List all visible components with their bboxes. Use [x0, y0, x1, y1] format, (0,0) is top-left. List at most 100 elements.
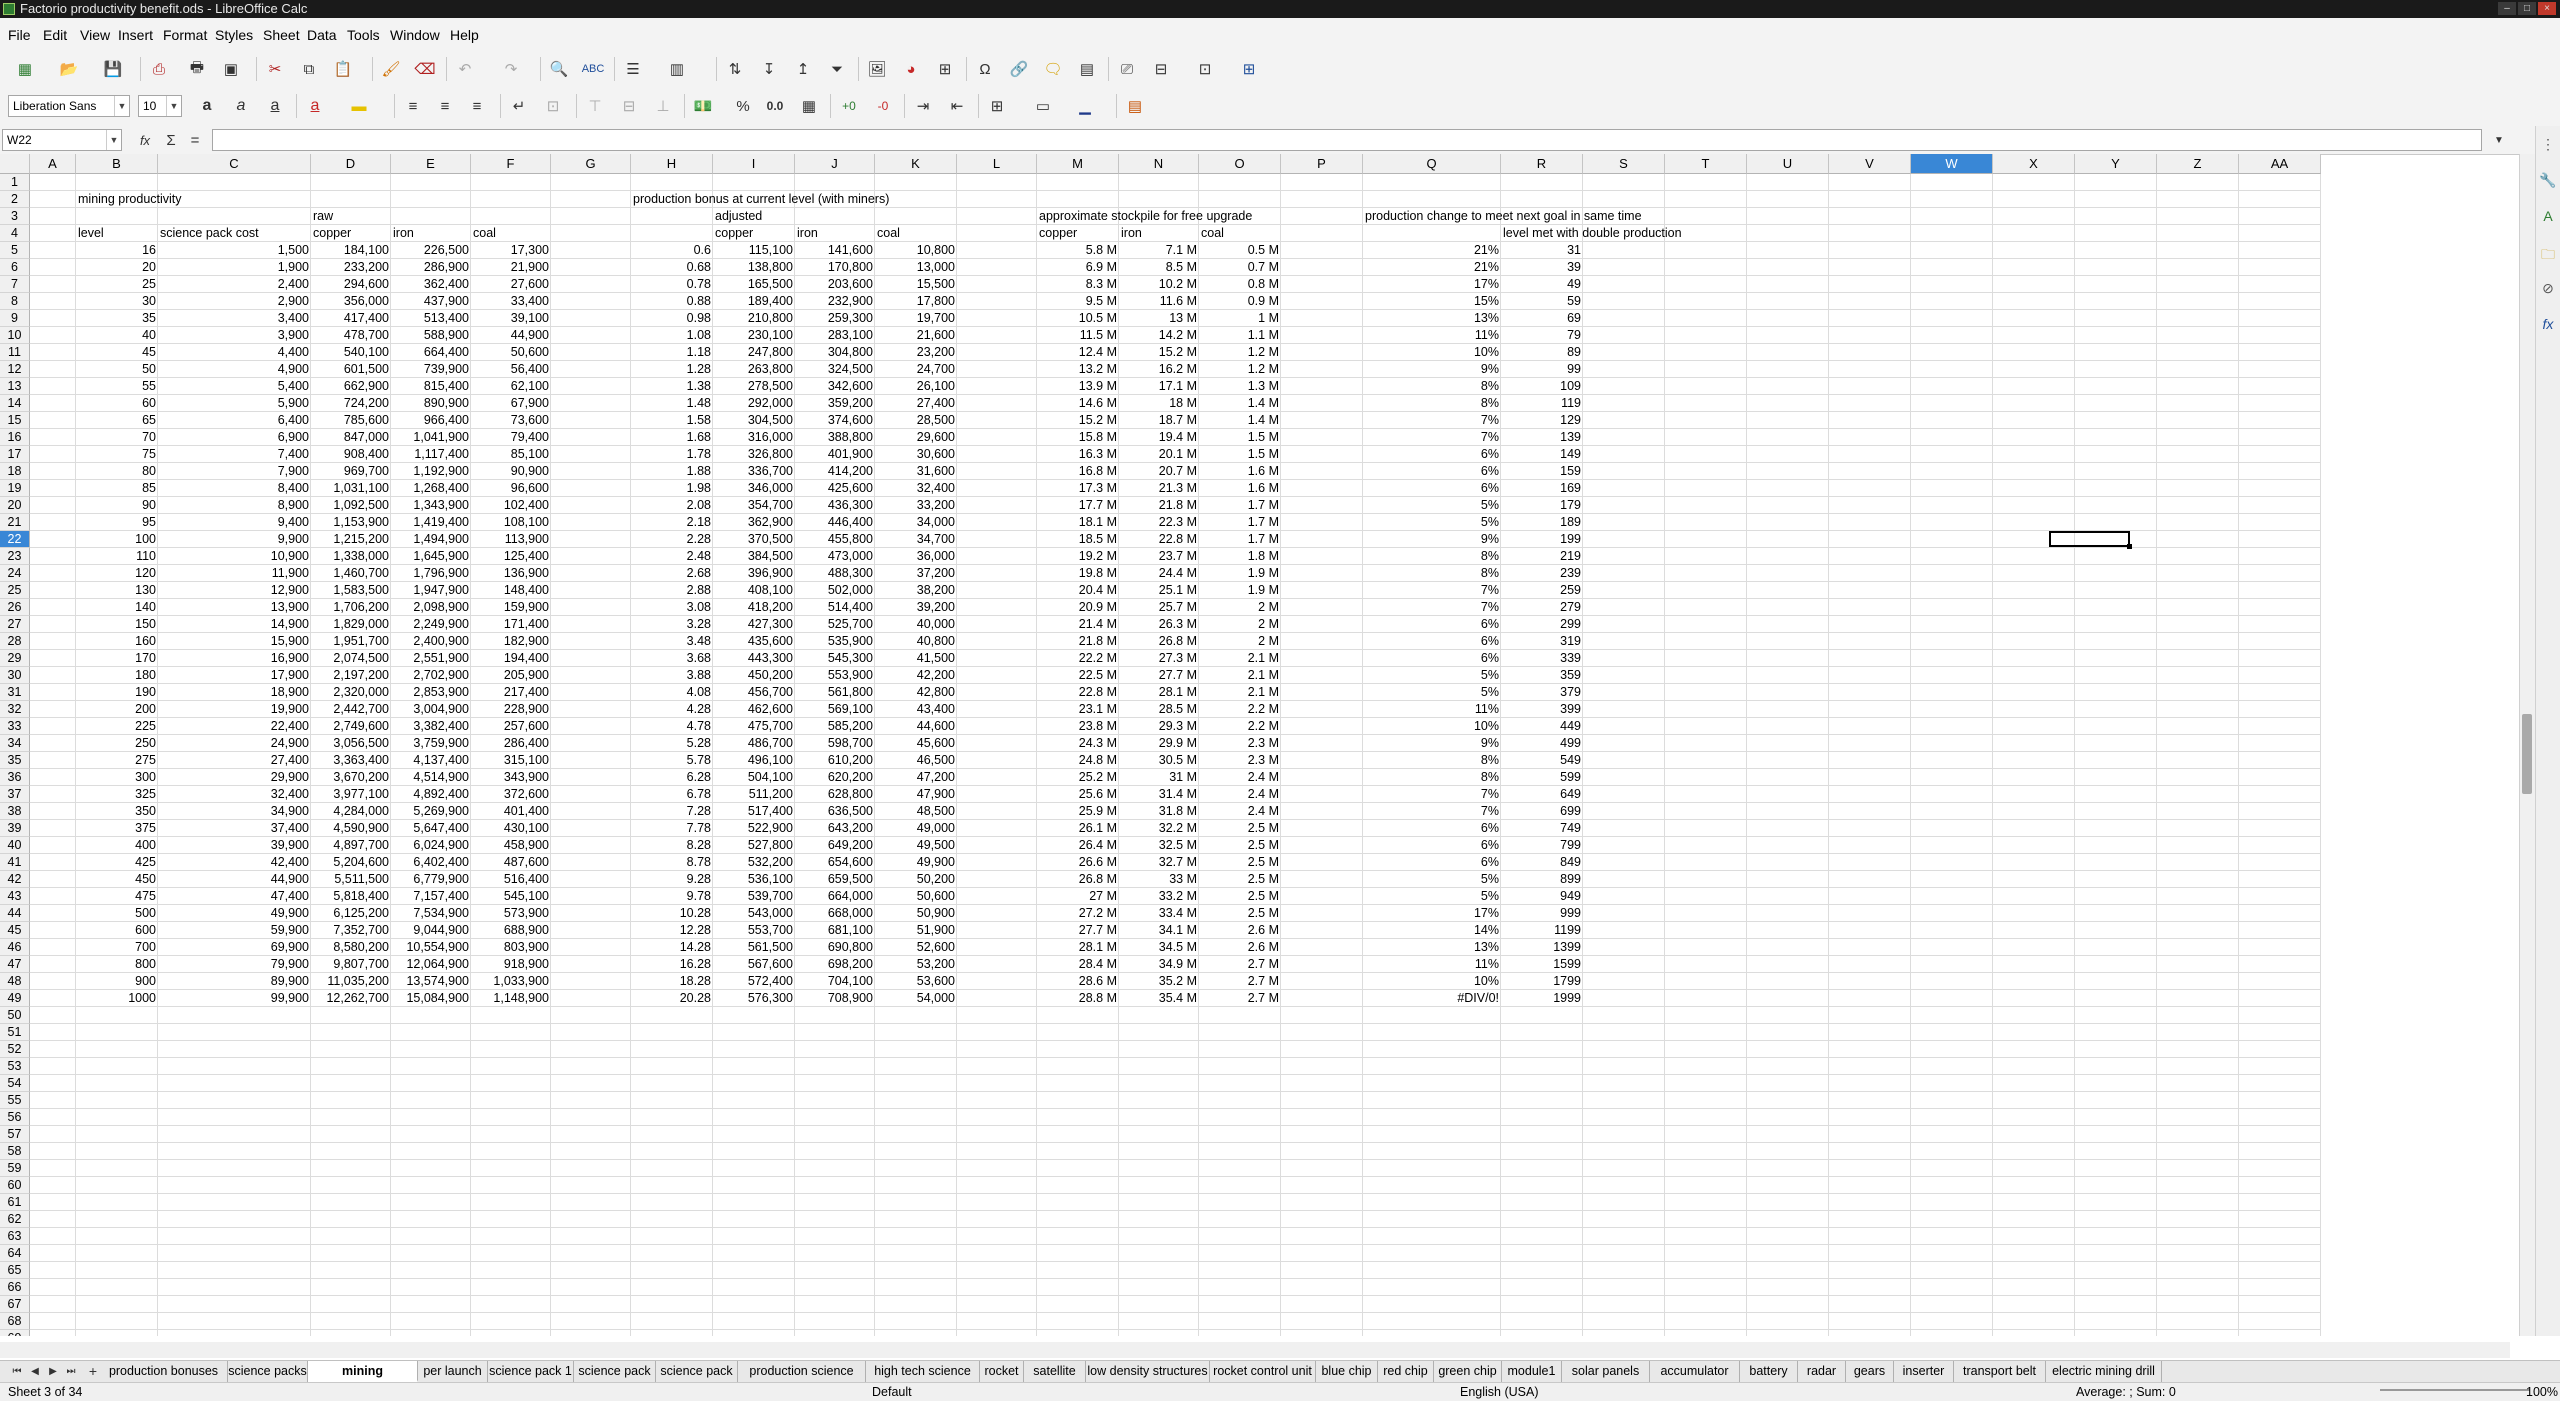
cell-q49[interactable]: #DIV/0! [1363, 990, 1501, 1007]
cell-m47[interactable]: 28.4 M [1037, 956, 1119, 973]
row-header[interactable]: 52 [0, 1041, 30, 1058]
row-header[interactable]: 65 [0, 1262, 30, 1279]
cell-k35[interactable]: 46,500 [875, 752, 957, 769]
cell-o20[interactable]: 1.7 M [1199, 497, 1281, 514]
column-header-i[interactable]: I [713, 154, 795, 174]
cell-h14[interactable]: 1.48 [631, 395, 713, 412]
spelling-icon[interactable]: ABC [580, 56, 606, 82]
menu-styles[interactable]: Styles [215, 18, 253, 52]
cell-j21[interactable]: 446,400 [795, 514, 875, 531]
cell-h43[interactable]: 9.78 [631, 888, 713, 905]
cell-e37[interactable]: 4,892,400 [391, 786, 471, 803]
cell-q10[interactable]: 11% [1363, 327, 1501, 344]
text-language[interactable]: English (USA) [1460, 1383, 1539, 1401]
column-header-n[interactable]: N [1119, 154, 1199, 174]
row-header[interactable]: 2 [0, 191, 30, 208]
cell-d36[interactable]: 3,670,200 [311, 769, 391, 786]
cell-e16[interactable]: 1,041,900 [391, 429, 471, 446]
cell-b6[interactable]: 20 [76, 259, 158, 276]
cell-e26[interactable]: 2,098,900 [391, 599, 471, 616]
cell-d22[interactable]: 1,215,200 [311, 531, 391, 548]
delete-decimal-icon[interactable]: -0 [870, 93, 896, 119]
cell-n16[interactable]: 19.4 M [1119, 429, 1199, 446]
sheet-tab[interactable]: rocket control unit [1210, 1361, 1316, 1382]
cell-k9[interactable]: 19,700 [875, 310, 957, 327]
cell-b47[interactable]: 800 [76, 956, 158, 973]
cell-d41[interactable]: 5,204,600 [311, 854, 391, 871]
cell-k33[interactable]: 44,600 [875, 718, 957, 735]
cell-o47[interactable]: 2.7 M [1199, 956, 1281, 973]
cell-h32[interactable]: 4.28 [631, 701, 713, 718]
cell-m30[interactable]: 22.5 M [1037, 667, 1119, 684]
cell-h22[interactable]: 2.28 [631, 531, 713, 548]
cell-j32[interactable]: 569,100 [795, 701, 875, 718]
navigator-icon[interactable]: ⊘ [2539, 280, 2557, 298]
cell-e6[interactable]: 286,900 [391, 259, 471, 276]
cell-d32[interactable]: 2,442,700 [311, 701, 391, 718]
cell-r36[interactable]: 599 [1501, 769, 1583, 786]
italic-icon[interactable]: a [228, 93, 254, 119]
cell-j7[interactable]: 203,600 [795, 276, 875, 293]
cell-n41[interactable]: 32.7 M [1119, 854, 1199, 871]
sheet-tab[interactable]: module1 [1502, 1361, 1562, 1382]
row-header[interactable]: 7 [0, 276, 30, 293]
cell-k27[interactable]: 40,000 [875, 616, 957, 633]
cell-o41[interactable]: 2.5 M [1199, 854, 1281, 871]
cell-q29[interactable]: 6% [1363, 650, 1501, 667]
cell-c45[interactable]: 59,900 [158, 922, 311, 939]
cell-h33[interactable]: 4.78 [631, 718, 713, 735]
row-header[interactable]: 26 [0, 599, 30, 616]
font-color-icon[interactable]: a [302, 93, 328, 119]
cell-o49[interactable]: 2.7 M [1199, 990, 1281, 1007]
cell-o14[interactable]: 1.4 M [1199, 395, 1281, 412]
cell-k14[interactable]: 27,400 [875, 395, 957, 412]
cell-o13[interactable]: 1.3 M [1199, 378, 1281, 395]
cell-i35[interactable]: 496,100 [713, 752, 795, 769]
cell-h6[interactable]: 0.68 [631, 259, 713, 276]
close-button[interactable]: × [2538, 2, 2556, 15]
cell-f21[interactable]: 108,100 [471, 514, 551, 531]
cell-r25[interactable]: 259 [1501, 582, 1583, 599]
sheet-tab[interactable]: accumulator [1650, 1361, 1740, 1382]
cell-o38[interactable]: 2.4 M [1199, 803, 1281, 820]
define-print-area-icon[interactable]: ⎚ [1114, 56, 1140, 82]
cell-m21[interactable]: 18.1 M [1037, 514, 1119, 531]
cell-k23[interactable]: 36,000 [875, 548, 957, 565]
cell-d12[interactable]: 601,500 [311, 361, 391, 378]
cell-b43[interactable]: 475 [76, 888, 158, 905]
cell-d31[interactable]: 2,320,000 [311, 684, 391, 701]
cell-r32[interactable]: 399 [1501, 701, 1583, 718]
conditional-format-icon[interactable]: ▤ [1122, 93, 1148, 119]
cell-j25[interactable]: 502,000 [795, 582, 875, 599]
cell-n5[interactable]: 7.1 M [1119, 242, 1199, 259]
cell-c33[interactable]: 22,400 [158, 718, 311, 735]
cell-i31[interactable]: 456,700 [713, 684, 795, 701]
menu-file[interactable]: File [8, 18, 31, 52]
undo-icon[interactable]: ↶ [452, 56, 478, 82]
row-header[interactable]: 17 [0, 446, 30, 463]
cell-k7[interactable]: 15,500 [875, 276, 957, 293]
align-left-icon[interactable]: ≡ [400, 93, 426, 119]
cell-i39[interactable]: 522,900 [713, 820, 795, 837]
cell-f43[interactable]: 545,100 [471, 888, 551, 905]
cell-b46[interactable]: 700 [76, 939, 158, 956]
row-header[interactable]: 63 [0, 1228, 30, 1245]
cell-r5[interactable]: 31 [1501, 242, 1583, 259]
cell-m8[interactable]: 9.5 M [1037, 293, 1119, 310]
row-header[interactable]: 61 [0, 1194, 30, 1211]
cell-c36[interactable]: 29,900 [158, 769, 311, 786]
cell-n42[interactable]: 33 M [1119, 871, 1199, 888]
cell-q40[interactable]: 6% [1363, 837, 1501, 854]
column-header-d[interactable]: D [311, 154, 391, 174]
cell-m31[interactable]: 22.8 M [1037, 684, 1119, 701]
cell-b11[interactable]: 45 [76, 344, 158, 361]
cell-i28[interactable]: 435,600 [713, 633, 795, 650]
sort-descending-icon[interactable]: ↥ [790, 56, 816, 82]
cell-i21[interactable]: 362,900 [713, 514, 795, 531]
cell-i36[interactable]: 504,100 [713, 769, 795, 786]
row-header[interactable]: 46 [0, 939, 30, 956]
cell-c20[interactable]: 8,900 [158, 497, 311, 514]
cell-k31[interactable]: 42,800 [875, 684, 957, 701]
cell-i45[interactable]: 553,700 [713, 922, 795, 939]
cell-m16[interactable]: 15.8 M [1037, 429, 1119, 446]
